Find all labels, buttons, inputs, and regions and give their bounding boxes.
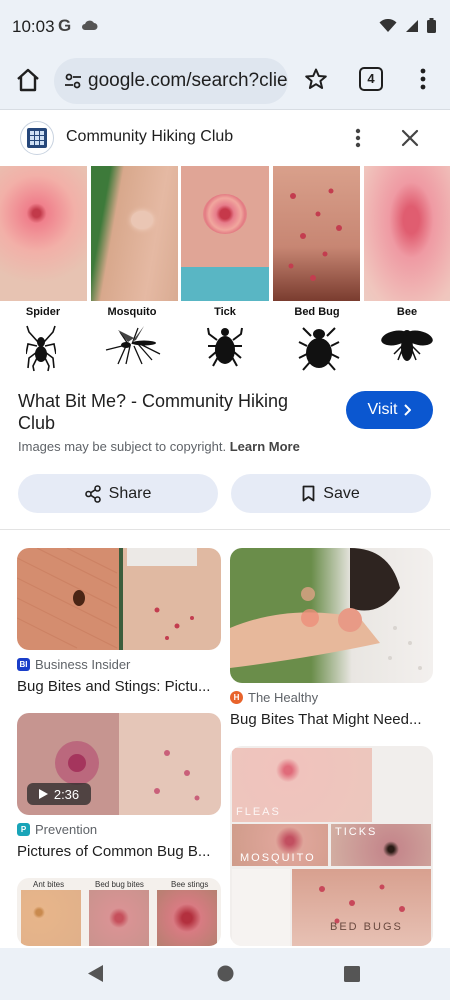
source-title[interactable]: Community Hiking Club bbox=[66, 128, 233, 146]
save-button[interactable]: Save bbox=[231, 474, 431, 513]
bed-bug-bite-photo bbox=[273, 166, 360, 301]
prevention-favicon: P bbox=[17, 823, 30, 836]
bug-label-bed-bug: Bed Bug bbox=[294, 306, 340, 318]
bite-comparison-label-ant: Ant bites bbox=[33, 880, 65, 889]
share-button[interactable]: Share bbox=[18, 474, 218, 513]
mosquito-bite-photo bbox=[91, 166, 178, 301]
close-icon[interactable] bbox=[401, 129, 419, 147]
bed-bugs-bite-thumb: BED BUGS bbox=[292, 869, 431, 946]
divider bbox=[0, 529, 450, 530]
more-menu-icon[interactable] bbox=[416, 67, 430, 91]
bite-photo-overlay bbox=[17, 548, 197, 649]
bite-comparison-label-bed-bug: Bed bug bites bbox=[95, 880, 144, 889]
tick-icon bbox=[207, 327, 243, 367]
save-label: Save bbox=[323, 484, 360, 502]
site-logo bbox=[20, 121, 54, 155]
back-icon[interactable] bbox=[88, 965, 104, 982]
related-image-bite-comparison[interactable]: Ant bites Bed bug bites Bee stings bbox=[17, 878, 221, 946]
source-name: Business Insider bbox=[35, 657, 131, 672]
bug-label-mosquito: Mosquito bbox=[107, 306, 157, 318]
related-image-bite-collage[interactable]: FLEAS MOSQUITO TICKS BED BUGS bbox=[230, 746, 433, 946]
main-image[interactable]: Spider Mosquito Tick Bed Bug Bee bbox=[0, 166, 450, 384]
google-status-icon: G bbox=[58, 16, 72, 35]
bookmark-star-icon[interactable] bbox=[304, 67, 328, 91]
play-icon bbox=[38, 789, 48, 799]
child-arm-photo bbox=[230, 548, 422, 670]
fleas-label: FLEAS bbox=[236, 806, 281, 818]
ticks-bite-thumb: TICKS bbox=[331, 824, 431, 866]
visit-button[interactable]: Visit bbox=[346, 391, 433, 429]
related-source-1[interactable]: BI Business Insider bbox=[17, 657, 130, 672]
more-options-icon[interactable] bbox=[352, 127, 364, 149]
chevron-right-icon bbox=[404, 404, 412, 416]
video-duration-badge: 2:36 bbox=[27, 783, 91, 805]
bite-comparison-label-bee: Bee stings bbox=[171, 880, 209, 889]
result-title[interactable]: What Bit Me? - Community Hiking Club bbox=[18, 390, 318, 434]
browser-toolbar: google.com/search?clier 4 bbox=[0, 52, 450, 110]
battery-icon bbox=[427, 18, 436, 33]
wifi-icon bbox=[379, 18, 397, 32]
mosquito-icon bbox=[105, 326, 161, 365]
bug-label-spider: Spider bbox=[25, 306, 61, 318]
related-title-2[interactable]: Bug Bites That Might Need... bbox=[230, 711, 433, 728]
recents-icon[interactable] bbox=[344, 966, 360, 982]
address-bar[interactable]: google.com/search?clier bbox=[54, 58, 288, 104]
bee-sting-thumb bbox=[157, 890, 217, 946]
collage-left-strip bbox=[232, 869, 290, 946]
mosquito-bite-thumb: MOSQUITO bbox=[232, 824, 328, 866]
ant-bite-photo bbox=[21, 890, 81, 946]
visit-label: Visit bbox=[367, 401, 398, 418]
tab-switcher-button[interactable]: 4 bbox=[359, 67, 383, 91]
source-header: Community Hiking Club bbox=[0, 111, 450, 165]
business-insider-favicon: BI bbox=[17, 658, 30, 671]
share-label: Share bbox=[108, 484, 152, 502]
bed-bug-icon bbox=[298, 327, 340, 371]
related-source-3[interactable]: P Prevention bbox=[17, 822, 97, 837]
status-time: 10:03 bbox=[12, 17, 55, 36]
bed-bug-bite-thumb bbox=[89, 890, 149, 946]
source-name: The Healthy bbox=[248, 690, 319, 705]
related-title-1[interactable]: Bug Bites and Stings: Pictu... bbox=[17, 678, 221, 695]
related-source-2[interactable]: H The Healthy bbox=[230, 690, 318, 705]
related-title-3[interactable]: Pictures of Common Bug B... bbox=[17, 843, 221, 860]
copyright-text: Images may be subject to copyright. bbox=[18, 439, 227, 454]
home-icon[interactable] bbox=[14, 66, 42, 94]
status-bar: 10:03 G bbox=[0, 0, 450, 52]
spider-bite-photo bbox=[0, 166, 87, 301]
learn-more-link[interactable]: Learn More bbox=[230, 439, 300, 454]
system-navigation-bar bbox=[0, 948, 450, 1000]
source-name: Prevention bbox=[35, 822, 98, 837]
bug-label-tick: Tick bbox=[214, 306, 236, 318]
related-video-prevention[interactable]: 2:36 bbox=[17, 713, 221, 815]
related-image-business-insider[interactable] bbox=[17, 548, 221, 650]
copyright-notice: Images may be subject to copyright. Lear… bbox=[18, 439, 300, 454]
bite-spots bbox=[319, 884, 405, 924]
mosquito-label: MOSQUITO bbox=[240, 852, 316, 864]
ticks-label: TICKS bbox=[335, 826, 378, 838]
url-text[interactable]: google.com/search?clier bbox=[88, 70, 288, 92]
video-duration: 2:36 bbox=[53, 786, 80, 802]
grid-logo-icon bbox=[27, 128, 47, 148]
bee-icon bbox=[381, 330, 433, 361]
cloud-icon bbox=[82, 20, 98, 30]
bee-sting-photo bbox=[364, 166, 450, 301]
site-settings-icon[interactable] bbox=[64, 73, 82, 89]
tick-bite-photo bbox=[181, 166, 269, 301]
bug-label-bee: Bee bbox=[396, 306, 418, 318]
share-icon bbox=[84, 484, 101, 503]
the-healthy-favicon: H bbox=[230, 691, 243, 704]
signal-icon bbox=[406, 19, 418, 32]
fleas-bite-photo: FLEAS bbox=[232, 748, 372, 822]
spider-icon bbox=[26, 325, 56, 372]
home-nav-icon[interactable] bbox=[217, 965, 234, 982]
bookmark-icon bbox=[302, 485, 315, 502]
related-image-the-healthy[interactable] bbox=[230, 548, 433, 683]
bed-bugs-label: BED BUGS bbox=[330, 921, 403, 933]
